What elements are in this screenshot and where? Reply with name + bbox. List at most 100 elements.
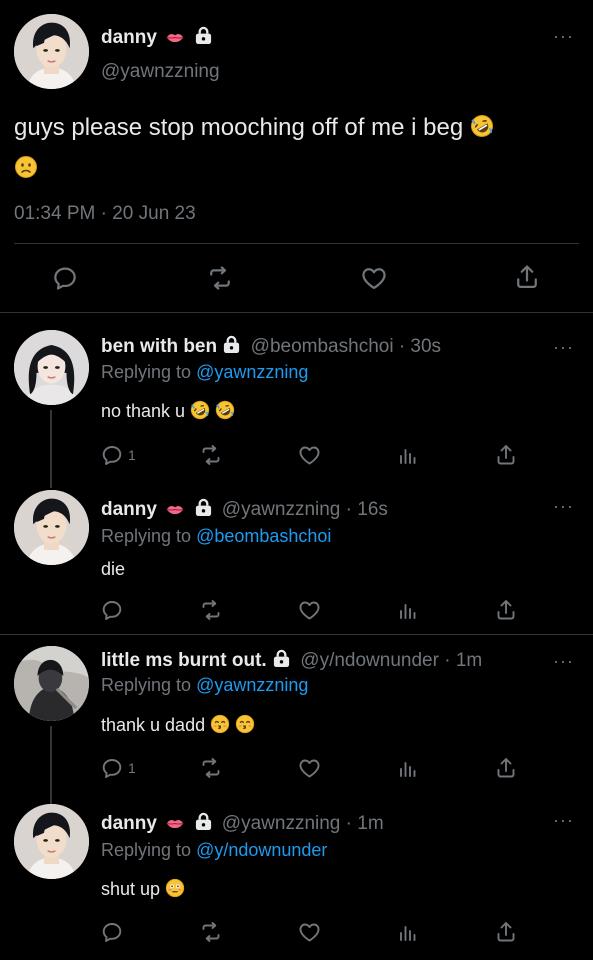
- views-icon: [396, 756, 420, 780]
- main-share-icon[interactable]: [513, 263, 541, 296]
- main-tweet-timestamp[interactable]: 01:34 PM · 20 Jun 23: [14, 203, 196, 225]
- kissing-emoji-icon: [210, 714, 230, 734]
- main-like-icon[interactable]: [359, 264, 389, 297]
- main-author-avatar[interactable]: [14, 14, 89, 89]
- like-button[interactable]: [297, 920, 322, 944]
- thread-line: [50, 726, 52, 804]
- reply-button[interactable]: [100, 920, 128, 944]
- reply-4-mention-link[interactable]: @y/ndownunder: [196, 840, 327, 860]
- reply-4-header[interactable]: danny @yawnzzning · 1m: [101, 812, 384, 835]
- main-author-handle[interactable]: @yawnzzning: [101, 61, 220, 83]
- lips-icon: [166, 32, 184, 43]
- share-button[interactable]: [494, 756, 518, 780]
- reply-count: 1: [128, 760, 136, 776]
- main-tweet-text-content: guys please stop mooching off of me i be…: [14, 114, 464, 141]
- more-icon[interactable]: ···: [553, 337, 574, 358]
- more-icon[interactable]: ···: [553, 26, 574, 47]
- main-author-name-row[interactable]: danny: [101, 26, 213, 49]
- reply-button[interactable]: 1: [100, 443, 136, 467]
- reply-4-text: shut up: [101, 877, 185, 901]
- views-icon: [396, 598, 420, 622]
- reply-1-avatar[interactable]: [14, 330, 89, 405]
- reply-2-mention-link[interactable]: @beombashchoi: [196, 526, 331, 546]
- reply-1-header[interactable]: ben with ben @beombashchoi · 30s: [101, 335, 441, 358]
- reply-2-handle-time: @yawnzzning · 16s: [221, 499, 388, 520]
- main-retweet-icon[interactable]: [205, 264, 235, 297]
- views-button[interactable]: [396, 443, 420, 467]
- reply-1-actions: 1: [100, 443, 520, 469]
- reply-4-handle-time: @yawnzzning · 1m: [221, 813, 384, 834]
- retweet-icon: [198, 443, 224, 467]
- reply-3-handle-time: @y/ndownunder · 1m: [300, 650, 483, 671]
- retweet-icon: [198, 920, 224, 944]
- kissing-emoji-icon: [235, 714, 255, 734]
- lips-icon: [166, 818, 184, 829]
- like-icon: [297, 756, 322, 780]
- lock-icon: [222, 335, 241, 354]
- like-icon: [297, 920, 322, 944]
- like-button[interactable]: [297, 598, 322, 622]
- share-icon: [494, 756, 518, 780]
- more-icon[interactable]: ···: [553, 496, 574, 517]
- more-icon[interactable]: ···: [553, 810, 574, 831]
- reply-3-header[interactable]: little ms burnt out. @y/ndownunder · 1m: [101, 649, 482, 672]
- thread-line: [50, 410, 52, 488]
- reply-button[interactable]: 1: [100, 756, 136, 780]
- replying-prefix: Replying to: [101, 840, 197, 860]
- reply-1-mention-link[interactable]: @yawnzzning: [196, 362, 308, 382]
- lips-icon: [166, 504, 184, 515]
- replying-prefix: Replying to: [101, 675, 197, 695]
- reply-3-replying-to: Replying to @yawnzzning: [101, 673, 308, 697]
- retweet-button[interactable]: [198, 598, 224, 622]
- views-button[interactable]: [396, 920, 420, 944]
- reply-2-author-name: danny: [101, 499, 157, 520]
- lock-icon: [272, 649, 291, 668]
- retweet-icon: [198, 756, 224, 780]
- reply-icon: [100, 598, 124, 622]
- reply-4-replying-to: Replying to @y/ndownunder: [101, 838, 327, 862]
- reply-3-author-name: little ms burnt out.: [101, 650, 267, 671]
- reply-3-mention-link[interactable]: @yawnzzning: [196, 675, 308, 695]
- reply-1-handle-time: @beombashchoi · 30s: [250, 336, 442, 357]
- retweet-button[interactable]: [198, 756, 224, 780]
- divider: [14, 243, 579, 244]
- rolling-laughing-emoji-icon: [470, 114, 494, 138]
- views-button[interactable]: [396, 598, 420, 622]
- replying-prefix: Replying to: [101, 362, 197, 382]
- reply-1-text-content: no thank u: [101, 401, 186, 421]
- divider: [0, 634, 593, 635]
- reply-3-text: thank u dadd: [101, 713, 255, 737]
- like-icon: [297, 598, 322, 622]
- views-icon: [396, 920, 420, 944]
- replying-prefix: Replying to: [101, 526, 197, 546]
- reply-1-author-name: ben with ben: [101, 336, 218, 357]
- reply-icon: [100, 443, 124, 467]
- reply-1-replying-to: Replying to @yawnzzning: [101, 360, 308, 384]
- share-button[interactable]: [494, 920, 518, 944]
- reply-4-avatar[interactable]: [14, 804, 89, 879]
- divider: [0, 312, 593, 313]
- more-icon[interactable]: ···: [553, 651, 574, 672]
- reply-2-header[interactable]: danny @yawnzzning · 16s: [101, 498, 388, 521]
- views-button[interactable]: [396, 756, 420, 780]
- main-reply-icon[interactable]: [51, 264, 79, 297]
- slightly-frowning-emoji-icon: [14, 155, 38, 179]
- main-author-name: danny: [101, 27, 157, 48]
- reply-count: 1: [128, 447, 136, 463]
- main-tweet-text: guys please stop mooching off of me i be…: [14, 109, 574, 185]
- retweet-button[interactable]: [198, 443, 224, 467]
- share-button[interactable]: [494, 443, 518, 467]
- reply-4-author-name: danny: [101, 813, 157, 834]
- reply-icon: [100, 920, 124, 944]
- retweet-button[interactable]: [198, 920, 224, 944]
- like-button[interactable]: [297, 443, 322, 467]
- like-button[interactable]: [297, 756, 322, 780]
- reply-2-avatar[interactable]: [14, 490, 89, 565]
- reply-3-avatar[interactable]: [14, 646, 89, 721]
- reply-button[interactable]: [100, 598, 128, 622]
- reply-2-replying-to: Replying to @beombashchoi: [101, 524, 331, 548]
- reply-2-text: die: [101, 559, 126, 579]
- share-icon: [494, 920, 518, 944]
- share-button[interactable]: [494, 598, 518, 622]
- flushed-emoji-icon: [165, 878, 185, 898]
